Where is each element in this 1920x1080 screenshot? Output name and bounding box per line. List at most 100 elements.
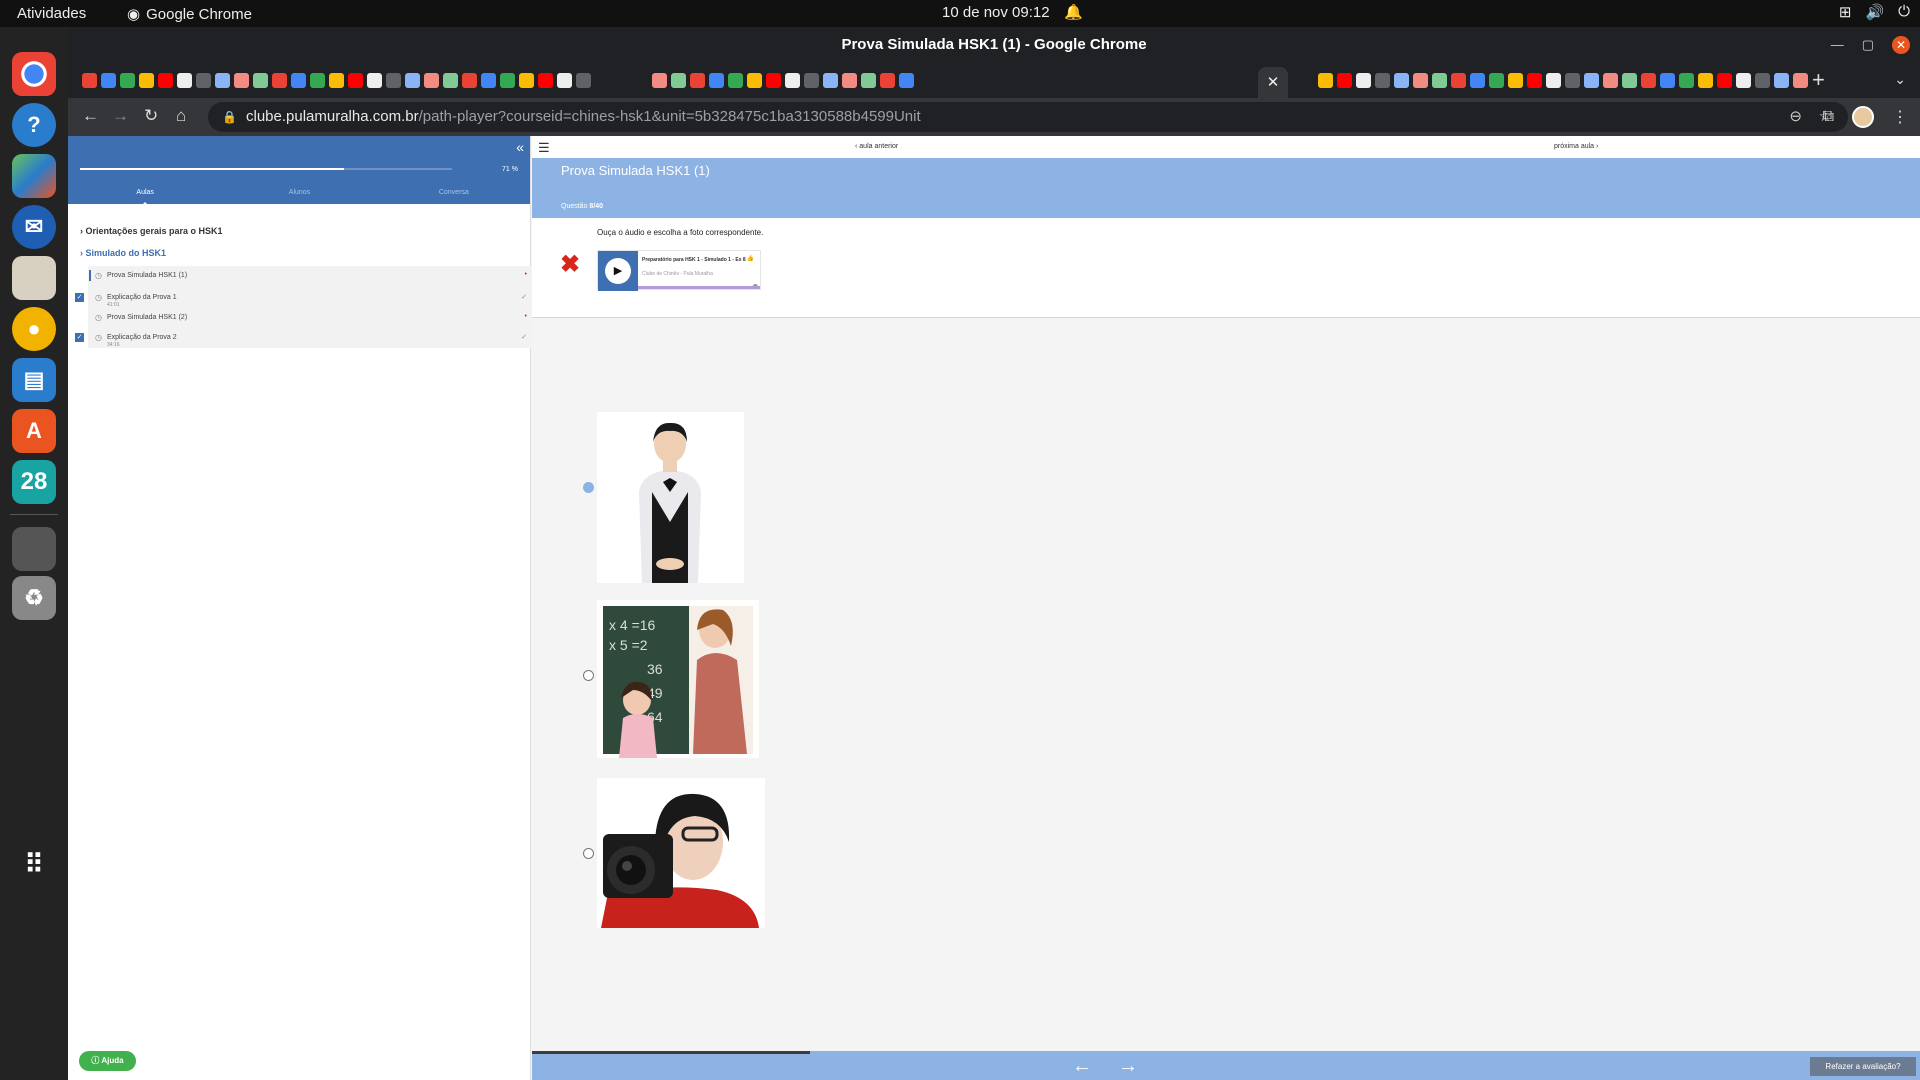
back-icon[interactable]: ←	[82, 106, 99, 126]
lesson-item[interactable]: ◷ Prova Simulada HSK1 (2) •	[88, 308, 531, 328]
active-tab[interactable]: ✕	[1258, 67, 1288, 98]
tab-favicon[interactable]	[519, 73, 534, 88]
tab-favicon[interactable]	[842, 73, 857, 88]
home-icon[interactable]: ⌂	[176, 106, 186, 126]
tab-favicon[interactable]	[101, 73, 116, 88]
lesson-item[interactable]: ✓ ◷ Explicação da Prova 1 41:01 ✓	[75, 288, 531, 308]
tab-favicon[interactable]	[747, 73, 762, 88]
play-icon[interactable]: ▶	[605, 258, 631, 284]
tab-search-icon[interactable]: ⌄	[1894, 71, 1906, 88]
next-question-icon[interactable]: →	[1118, 1055, 1138, 1078]
tab-favicon[interactable]	[576, 73, 591, 88]
address-bar[interactable]: 🔒 clube.pulamuralha.com.br/path-player?c…	[208, 102, 1848, 132]
tab-favicon[interactable]	[1527, 73, 1542, 88]
tab-favicon[interactable]	[538, 73, 553, 88]
option-radio[interactable]	[583, 670, 594, 681]
tab-favicon[interactable]	[234, 73, 249, 88]
tab-favicon[interactable]	[1451, 73, 1466, 88]
tab-favicon[interactable]	[1698, 73, 1713, 88]
tab-favicon[interactable]	[1356, 73, 1371, 88]
lesson-checkbox[interactable]: ✓	[75, 333, 84, 342]
lesson-item[interactable]: ◷ Prova Simulada HSK1 (1) •	[88, 266, 531, 288]
profile-avatar[interactable]	[1852, 106, 1874, 128]
tab-favicon[interactable]	[1375, 73, 1390, 88]
tab-favicon[interactable]	[1546, 73, 1561, 88]
audio-waveform[interactable]	[638, 286, 760, 289]
thunderbird-dock-icon[interactable]: ✉	[12, 205, 56, 249]
previous-question-icon[interactable]: ←	[1072, 1055, 1092, 1078]
lesson-item[interactable]: ✓ ◷ Explicação da Prova 2 34:16 ✓	[75, 328, 531, 348]
activities-button[interactable]: Atividades	[17, 5, 86, 22]
tab-favicon[interactable]	[785, 73, 800, 88]
extensions-icon[interactable]: ⧉	[1823, 108, 1834, 126]
tab-favicon[interactable]	[1679, 73, 1694, 88]
tab-favicon[interactable]	[1470, 73, 1485, 88]
tab-favicon[interactable]	[291, 73, 306, 88]
files-dock-icon[interactable]	[12, 256, 56, 300]
collapse-sidebar-icon[interactable]: «	[516, 139, 524, 155]
rhythmbox-dock-icon[interactable]: ●	[12, 307, 56, 351]
tab-favicon[interactable]	[481, 73, 496, 88]
minimize-icon[interactable]: —	[1831, 27, 1844, 63]
zoom-icon[interactable]: ⊖	[1789, 102, 1802, 132]
tab-favicon[interactable]	[1432, 73, 1447, 88]
chrome-dock-icon[interactable]	[12, 52, 56, 96]
removable-drive-dock-icon[interactable]	[12, 527, 56, 571]
tab-favicon[interactable]	[367, 73, 382, 88]
tab-favicon[interactable]	[1660, 73, 1675, 88]
tab-favicon[interactable]	[215, 73, 230, 88]
tab-favicon[interactable]	[158, 73, 173, 88]
tab-favicon[interactable]	[196, 73, 211, 88]
option-image-waitress[interactable]	[597, 412, 744, 583]
help-dock-icon[interactable]: ?	[12, 103, 56, 147]
next-lesson-link[interactable]: próxima aula ›	[1554, 143, 1598, 150]
tab-favicon[interactable]	[557, 73, 572, 88]
tab-favicon[interactable]	[1641, 73, 1656, 88]
reload-icon[interactable]: ↻	[144, 106, 158, 126]
tab-favicon[interactable]	[1755, 73, 1770, 88]
tab-favicon[interactable]	[139, 73, 154, 88]
tab-favicon[interactable]	[1318, 73, 1333, 88]
option-radio[interactable]	[583, 482, 594, 493]
tab-favicon[interactable]	[1584, 73, 1599, 88]
option-image-photographer[interactable]	[597, 778, 765, 928]
system-tray[interactable]: ⊞ 🔊 ⏻	[1839, 3, 1910, 21]
tab-favicon[interactable]	[1717, 73, 1732, 88]
calendar-dock-icon[interactable]: 28	[12, 460, 56, 504]
tab-favicon[interactable]	[804, 73, 819, 88]
lesson-checkbox[interactable]: ✓	[75, 293, 84, 302]
tab-favicon[interactable]	[272, 73, 287, 88]
active-app-menu[interactable]: ◉ Google Chrome	[127, 5, 252, 24]
section-simulado[interactable]: › Simulado do HSK1	[80, 248, 166, 258]
redo-evaluation-button[interactable]: Refazer a avaliação?	[1810, 1057, 1916, 1076]
tab-favicon[interactable]	[823, 73, 838, 88]
tab-close-icon[interactable]: ✕	[1267, 74, 1280, 91]
clock[interactable]: 10 de nov 09:12	[942, 4, 1050, 21]
prev-lesson-link[interactable]: ‹ aula anterior	[855, 143, 898, 150]
tab-favicon[interactable]	[1622, 73, 1637, 88]
tab-favicon[interactable]	[728, 73, 743, 88]
writer-dock-icon[interactable]: ▤	[12, 358, 56, 402]
tab-favicon[interactable]	[462, 73, 477, 88]
tab-favicon[interactable]	[253, 73, 268, 88]
trash-dock-icon[interactable]: ♻	[12, 576, 56, 620]
like-icon[interactable]: 👍	[747, 255, 754, 262]
tab-favicon[interactable]	[1413, 73, 1428, 88]
menu-icon[interactable]: ☰	[538, 140, 550, 156]
option-radio[interactable]	[583, 848, 594, 859]
tab-favicon[interactable]	[386, 73, 401, 88]
option-image-teacher[interactable]: x 4 =16 x 5 =2 36 49 64	[597, 600, 759, 758]
tab-favicon[interactable]	[861, 73, 876, 88]
tab-favicon[interactable]	[1337, 73, 1352, 88]
tab-favicon[interactable]	[424, 73, 439, 88]
tab-favicon[interactable]	[1774, 73, 1789, 88]
tab-favicon[interactable]	[899, 73, 914, 88]
tab-favicon[interactable]	[1603, 73, 1618, 88]
tab-aulas[interactable]: Aulas	[68, 189, 222, 206]
tab-alunos[interactable]: Alunos	[222, 189, 376, 196]
tab-favicon[interactable]	[652, 73, 667, 88]
tab-favicon[interactable]	[405, 73, 420, 88]
maximize-icon[interactable]: ▢	[1862, 27, 1874, 63]
tab-favicon[interactable]	[348, 73, 363, 88]
tab-favicon[interactable]	[310, 73, 325, 88]
